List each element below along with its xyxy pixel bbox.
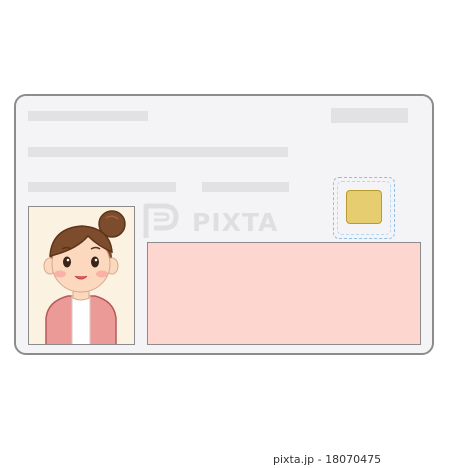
placeholder-line-corner — [331, 108, 408, 123]
placeholder-line-2 — [28, 147, 288, 157]
pixta-logo-icon — [143, 203, 179, 238]
stock-credit: pixta.jp - 18070475 — [273, 453, 382, 466]
watermark-text: PIXTA — [192, 208, 279, 237]
placeholder-line-3a — [28, 182, 176, 192]
placeholder-line-3b — [202, 182, 289, 192]
placeholder-line-1 — [28, 111, 148, 121]
info-field — [147, 242, 421, 345]
woman-portrait-icon — [43, 209, 126, 344]
watermark: PIXTA — [140, 200, 330, 244]
photo-box — [28, 206, 135, 345]
ic-chip-icon — [346, 190, 382, 224]
